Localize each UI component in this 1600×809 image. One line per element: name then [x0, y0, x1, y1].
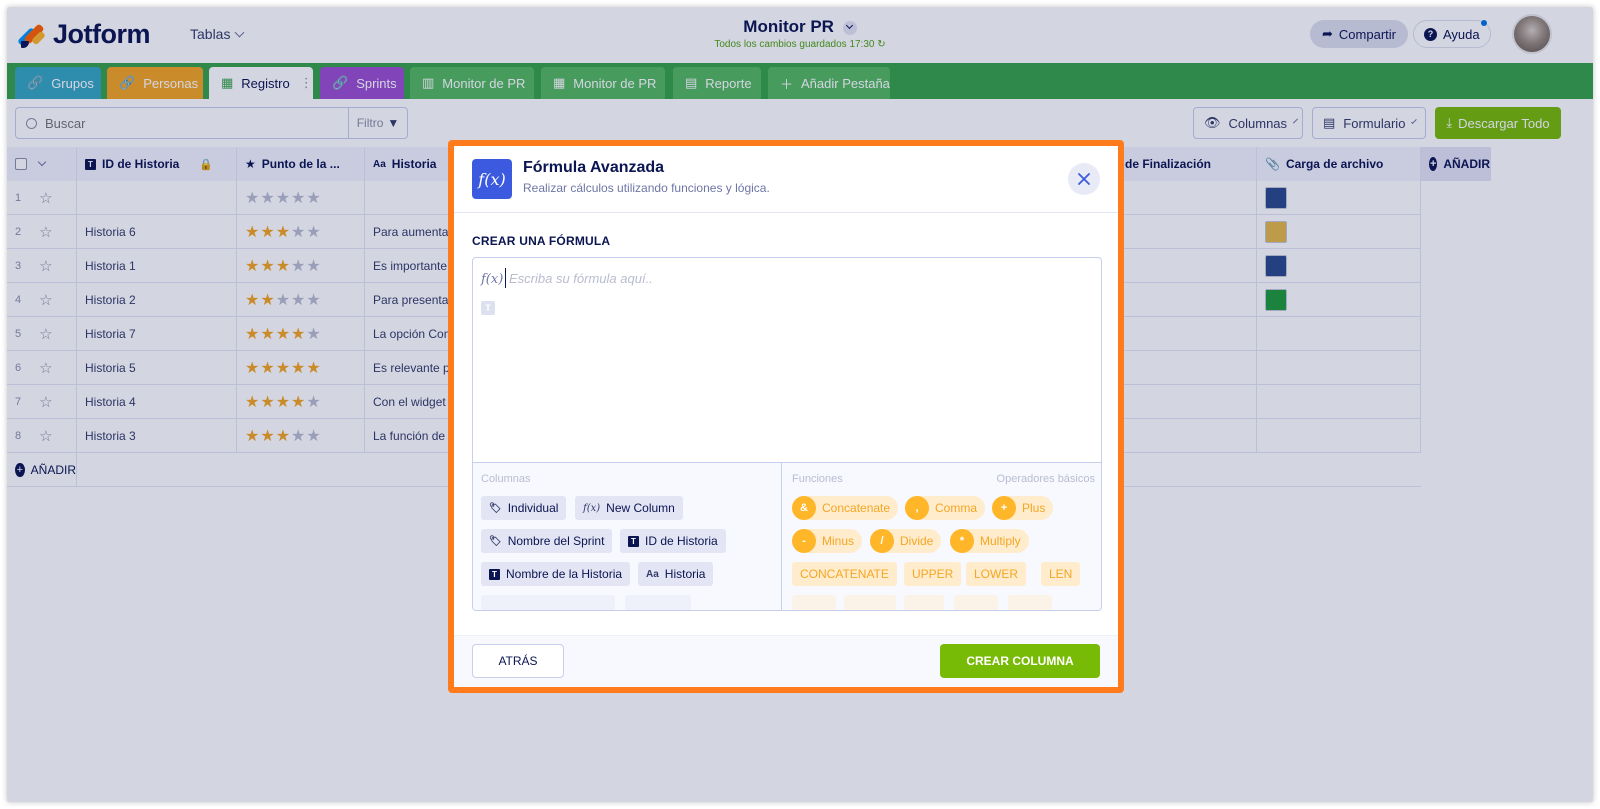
operator-divide[interactable]: / Divide — [870, 529, 942, 553]
operator-minus[interactable]: - Minus — [792, 529, 863, 553]
function-len[interactable]: LEN — [1041, 562, 1081, 586]
column-chip-new-column[interactable]: f(x) New Column — [575, 496, 683, 520]
operator-label: Divide — [900, 534, 934, 548]
dialog-footer: ATRÁS CREAR COLUMNA — [454, 635, 1118, 687]
text-field-icon: T — [628, 535, 639, 547]
chip-label: ID de Historia — [645, 534, 718, 548]
formula-input[interactable] — [505, 268, 1085, 288]
chip-label: Nombre de la Historia — [506, 567, 623, 581]
section-label: CREAR UNA FÓRMULA — [472, 234, 611, 248]
formula-helper-panel: Columnas Funciones Operadores básicos 🏷 I… — [473, 462, 1101, 610]
dialog-subtitle: Realizar cálculos utilizando funciones y… — [523, 181, 770, 195]
operators-label: Operadores básicos — [996, 473, 1095, 485]
chip-label: Historia — [664, 567, 706, 581]
create-column-button[interactable]: CREAR COLUMNA — [940, 644, 1100, 678]
function-partial[interactable] — [844, 595, 896, 610]
fx-icon: f(x) — [481, 272, 504, 287]
text-field-icon: T — [489, 568, 500, 580]
operator-label: Multiply — [980, 534, 1021, 548]
dialog-header: f(x) Fórmula Avanzada Realizar cálculos … — [454, 146, 1118, 213]
chip-label: Nombre del Sprint — [507, 534, 605, 548]
operator-multiply[interactable]: * Multiply — [950, 529, 1029, 553]
dialog-title: Fórmula Avanzada — [523, 159, 665, 176]
ampersand-icon: & — [792, 496, 816, 520]
text-format-icon[interactable]: T — [481, 301, 495, 315]
operator-concatenate[interactable]: & Concatenate — [792, 496, 899, 520]
operator-label: Concatenate — [822, 501, 891, 515]
formula-editor: f(x) T Columnas Funciones Operadores bás… — [472, 257, 1102, 611]
fx-icon: f(x) — [472, 159, 512, 199]
operator-label: Plus — [1022, 501, 1046, 515]
back-button[interactable]: ATRÁS — [472, 644, 564, 678]
column-chip-id-historia[interactable]: T ID de Historia — [620, 529, 726, 553]
close-icon — [1078, 173, 1090, 185]
multiply-icon: * — [950, 529, 974, 553]
column-chip-partial[interactable] — [481, 595, 615, 610]
tag-icon: 🏷 — [489, 535, 502, 547]
operator-label: Minus — [822, 534, 855, 548]
column-chip-individual[interactable]: 🏷 Individual — [481, 496, 567, 520]
functions-label: Funciones — [792, 473, 843, 485]
function-partial[interactable] — [792, 595, 836, 610]
tag-icon: 🏷 — [489, 502, 502, 514]
aa-icon: Aa — [646, 568, 659, 580]
minus-icon: - — [792, 529, 816, 553]
operator-label: Comma — [935, 501, 978, 515]
column-chip-historia[interactable]: Aa Historia — [638, 562, 714, 586]
operator-comma[interactable]: , Comma — [905, 496, 986, 520]
column-chip-nombre-sprint[interactable]: 🏷 Nombre del Sprint — [481, 529, 613, 553]
function-lower[interactable]: LOWER — [966, 562, 1027, 586]
function-partial[interactable] — [904, 595, 944, 610]
function-partial[interactable] — [954, 595, 998, 610]
advanced-formula-dialog: f(x) Fórmula Avanzada Realizar cálculos … — [454, 146, 1118, 687]
column-chip-partial[interactable] — [625, 595, 691, 610]
divide-icon: / — [870, 529, 894, 553]
close-button[interactable] — [1068, 163, 1100, 195]
app-window: Jotform Tablas Monitor PR Todos los camb… — [7, 7, 1593, 802]
plus-icon: + — [992, 496, 1016, 520]
comma-icon: , — [905, 496, 929, 520]
columns-label: Columnas — [481, 473, 531, 485]
chip-label: Individual — [507, 501, 559, 515]
chip-label: New Column — [606, 501, 675, 515]
fx-icon: f(x) — [583, 502, 601, 514]
function-partial[interactable] — [1008, 595, 1052, 610]
function-concatenate[interactable]: CONCATENATE — [792, 562, 897, 586]
column-chip-nombre-historia[interactable]: T Nombre de la Historia — [481, 562, 631, 586]
operator-plus[interactable]: + Plus — [992, 496, 1054, 520]
function-upper[interactable]: UPPER — [904, 562, 962, 586]
panel-divider — [781, 463, 782, 610]
